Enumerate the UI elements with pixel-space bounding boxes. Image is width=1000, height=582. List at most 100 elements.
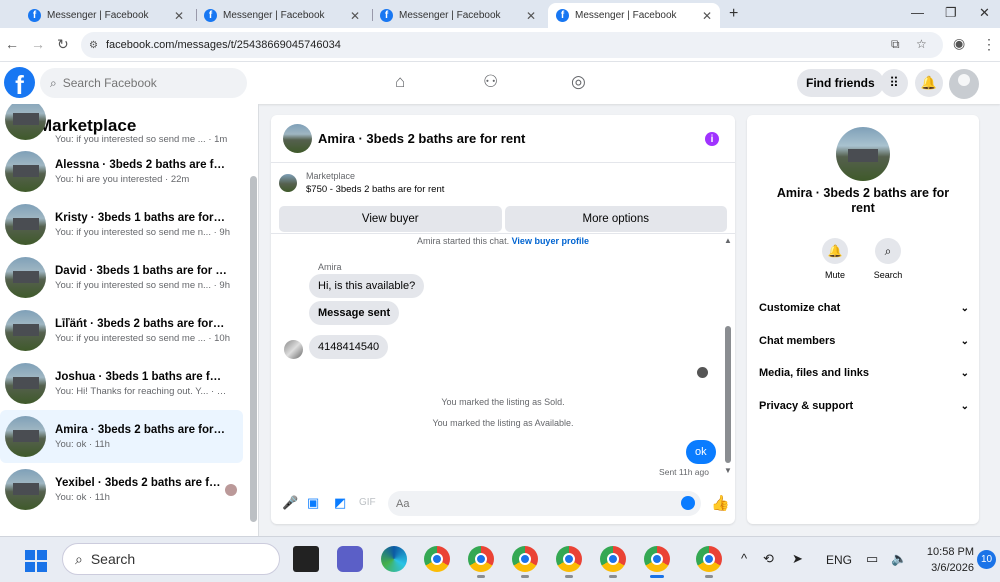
chat-avatar[interactable] — [283, 124, 312, 153]
profile-icon[interactable]: ◉ — [953, 35, 965, 52]
scroll-down-icon[interactable]: ▼ — [724, 466, 732, 475]
listing-thumbnail[interactable] — [279, 174, 297, 192]
listing-title[interactable]: $750 - 3beds 2 baths are for rent — [306, 184, 444, 195]
sticker-icon[interactable]: ◩ — [334, 495, 346, 511]
conversation-item[interactable]: You: if you interested so send me ... · … — [0, 104, 243, 145]
thumbs-up-icon[interactable]: 👍 — [711, 494, 730, 512]
chrome-profile-icon[interactable] — [512, 546, 538, 572]
search-input[interactable] — [62, 76, 223, 90]
volume-icon[interactable]: 🔈 — [891, 551, 907, 567]
chrome-icon[interactable] — [424, 546, 450, 572]
close-icon[interactable]: ✕ — [702, 9, 712, 23]
customize-chat-item[interactable]: Customize chat ⌄ — [759, 298, 969, 318]
menu-grid-icon[interactable]: ⠿ — [880, 69, 908, 97]
system-clock[interactable]: 10:58 PM 3/6/2026 — [920, 544, 974, 576]
privacy-support-item[interactable]: Privacy & support ⌄ — [759, 396, 969, 416]
chrome-profile-icon[interactable] — [556, 546, 582, 572]
close-icon[interactable]: ✕ — [174, 9, 184, 23]
running-indicator — [705, 575, 713, 578]
mute-label: Mute — [824, 270, 845, 280]
conversation-item[interactable]: Līľäńt · 3beds 2 baths are for rent You:… — [0, 304, 243, 357]
search-bar[interactable]: ⌕ — [40, 68, 247, 98]
chat-scrollbar-thumb[interactable] — [725, 326, 731, 463]
forward-arrow-icon[interactable]: → — [31, 36, 45, 52]
account-avatar[interactable] — [949, 69, 979, 99]
gif-icon[interactable]: GIF — [359, 497, 376, 508]
browser-tab-active[interactable]: f Messenger | Facebook ✕ — [548, 3, 720, 28]
back-arrow-icon[interactable]: ← — [5, 36, 19, 52]
notifications-bell-icon[interactable]: 🔔 — [915, 69, 943, 97]
conversation-name: Joshua · 3beds 1 baths are for rent — [55, 370, 227, 383]
facebook-logo-icon[interactable]: f — [4, 67, 35, 98]
browser-menu-icon[interactable]: ⋮ — [982, 36, 996, 53]
media-files-links-item[interactable]: Media, files and links ⌄ — [759, 363, 969, 383]
listing-avatar[interactable] — [836, 127, 890, 181]
language-indicator[interactable]: ENG — [826, 553, 852, 567]
more-options-button[interactable]: More options — [504, 206, 727, 232]
facebook-favicon-icon: f — [204, 9, 217, 22]
chrome-profile-icon[interactable] — [468, 546, 494, 572]
chrome-profile-icon[interactable] — [696, 546, 722, 572]
conversation-item[interactable]: Alessna · 3beds 2 baths are for r... You… — [0, 145, 243, 198]
chat-title[interactable]: Amira · 3beds 2 baths are for rent — [318, 131, 525, 146]
browser-tab[interactable]: f Messenger | Facebook ✕ — [372, 3, 544, 28]
reload-icon[interactable]: ↻ — [57, 36, 69, 53]
close-icon[interactable]: ✕ — [350, 9, 360, 23]
info-icon[interactable]: i — [705, 132, 719, 146]
listing-thumbnail — [5, 363, 46, 404]
address-bar[interactable]: ⚙ facebook.com/messages/t/25438669045746… — [81, 32, 943, 58]
conversation-item[interactable]: Joshua · 3beds 1 baths are for rent You:… — [0, 357, 243, 410]
browser-tab[interactable]: f Messenger | Facebook ✕ — [20, 3, 192, 28]
chat-started-notice: Amira started this chat. View buyer prof… — [271, 236, 735, 246]
view-buyer-profile-link[interactable]: View buyer profile — [512, 236, 589, 246]
minimize-icon[interactable]: — — [911, 5, 924, 20]
notification-count-badge[interactable]: 10 — [977, 550, 996, 569]
teams-icon[interactable] — [337, 546, 363, 572]
location-icon[interactable]: ➤ — [792, 551, 803, 567]
conversation-item[interactable]: Yexibel · 3beds 2 baths are for... You: … — [0, 463, 243, 516]
bookmark-star-icon[interactable]: ☆ — [916, 37, 927, 51]
clock-date: 3/6/2026 — [931, 562, 974, 574]
browser-tab[interactable]: f Messenger | Facebook ✕ — [196, 3, 368, 28]
microphone-icon[interactable]: 🎤 — [282, 495, 298, 511]
edge-icon[interactable] — [381, 546, 407, 572]
site-info-icon[interactable]: ⚙ — [89, 40, 98, 51]
conversation-item[interactable]: Kristy · 3beds 1 baths are for rent You:… — [0, 198, 243, 251]
friends-icon[interactable]: ⚇ — [483, 72, 498, 92]
sender-avatar[interactable] — [284, 340, 303, 359]
conversation-snippet: You: if you interested so send me ... · … — [55, 332, 230, 344]
home-icon[interactable]: ⌂ — [395, 72, 405, 92]
read-receipt-avatar — [225, 484, 237, 496]
install-app-icon[interactable]: ⧉ — [891, 37, 900, 52]
groups-icon[interactable]: ◎ — [571, 72, 586, 92]
conversation-name: Alessna · 3beds 2 baths are for r... — [55, 158, 227, 171]
search-action[interactable]: ⌕ Search — [863, 238, 913, 280]
emoji-icon[interactable] — [681, 496, 695, 510]
chevron-up-icon[interactable]: ^ — [741, 551, 747, 566]
task-view-icon[interactable] — [293, 546, 319, 572]
new-tab-button[interactable]: + — [729, 5, 738, 23]
windows-start-icon[interactable] — [25, 550, 47, 572]
conversation-scrollbar[interactable] — [250, 176, 257, 522]
marketplace-chats-panel: ← Marketplace You: if you interested so … — [0, 104, 259, 536]
chrome-profile-icon[interactable] — [600, 546, 626, 572]
window-close-icon[interactable]: ✕ — [979, 5, 990, 21]
conversation-item[interactable]: David · 3beds 1 baths are for rent You: … — [0, 251, 243, 304]
taskbar-search[interactable]: ⌕ Search — [62, 543, 280, 575]
view-buyer-button[interactable]: View buyer — [279, 206, 502, 232]
conversation-item-selected[interactable]: Amira · 3beds 2 baths are for rent You: … — [0, 410, 243, 463]
chrome-profile-icon[interactable] — [644, 546, 670, 572]
marketplace-listing-card: Marketplace $750 - 3beds 2 baths are for… — [279, 171, 727, 232]
sync-icon[interactable]: ⟲ — [763, 551, 774, 567]
mute-action[interactable]: 🔔 Mute — [810, 238, 860, 280]
scroll-up-icon[interactable]: ▲ — [724, 236, 732, 245]
find-friends-button[interactable]: Find friends — [797, 69, 884, 97]
display-icon[interactable]: ▭ — [866, 551, 878, 567]
photo-icon[interactable]: ▣ — [307, 495, 319, 511]
chat-members-item[interactable]: Chat members ⌄ — [759, 331, 969, 351]
conversation-list: You: if you interested so send me ... · … — [0, 104, 248, 516]
chat-scrollbar[interactable]: ▲ ▼ — [724, 236, 732, 475]
restore-icon[interactable]: ❐ — [945, 5, 957, 21]
close-icon[interactable]: ✕ — [526, 9, 536, 23]
message-input[interactable] — [388, 491, 701, 516]
